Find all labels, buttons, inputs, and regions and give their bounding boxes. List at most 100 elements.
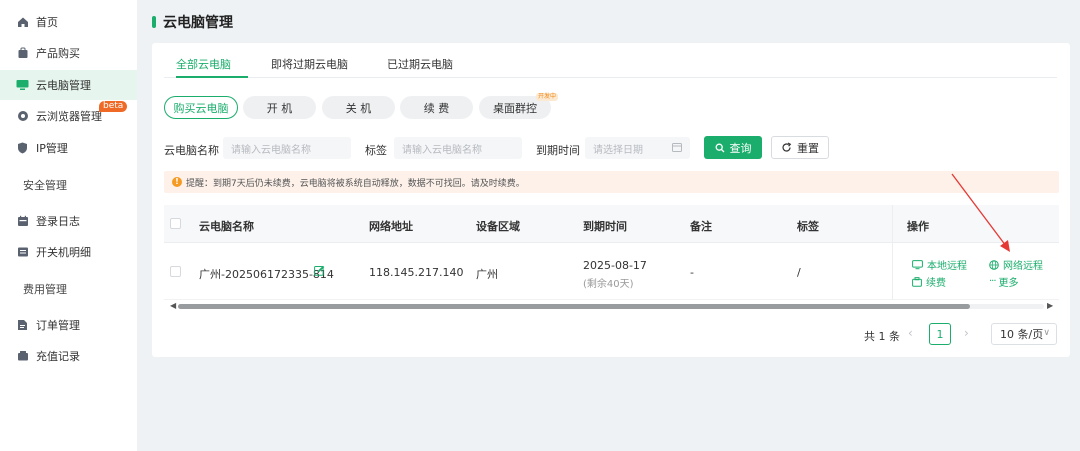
sidebar-item-label: 费用管理 xyxy=(23,283,67,296)
main-card: 全部云电脑 即将过期云电脑 已过期云电脑 购买云电脑 开 机 关 机 续 费 桌… xyxy=(152,43,1070,357)
home-icon xyxy=(16,16,29,29)
horizontal-scrollbar[interactable]: ◀ ▶ xyxy=(164,301,1059,311)
page-number-button[interactable]: 1 xyxy=(929,323,951,345)
sidebar-item-label: 产品购买 xyxy=(36,47,80,60)
expiry-notice: ! 提醒：到期7天后仍未续费，云电脑将被系统自动释放，数据不可找回。请及时续费。 xyxy=(164,171,1059,193)
table-header: 云电脑名称 网络地址 设备区域 到期时间 备注 标签 操作 xyxy=(164,205,1059,243)
sidebar-item-recharge[interactable]: 充值记录 xyxy=(0,341,137,371)
query-label: 查询 xyxy=(729,141,752,155)
sidebar-item-label: 云浏览器管理 xyxy=(36,110,102,123)
th-actions: 操作 xyxy=(907,220,929,233)
tab-bar: 全部云电脑 即将过期云电脑 已过期云电脑 xyxy=(164,43,1057,78)
query-button[interactable]: 查询 xyxy=(704,136,762,159)
monitor-icon xyxy=(912,259,925,270)
sidebar-item-ip[interactable]: IP管理 xyxy=(0,133,137,163)
sidebar-item-label: 首页 xyxy=(36,16,58,29)
reset-label: 重置 xyxy=(797,141,819,155)
power-off-button[interactable]: 关 机 xyxy=(322,96,395,119)
sidebar-group-billing[interactable]: 费用管理 xyxy=(0,274,137,304)
prev-page-icon[interactable]: ‹ xyxy=(908,326,913,340)
more-icon: ··· xyxy=(989,276,996,287)
beta-badge: beta xyxy=(99,101,128,112)
calendar-icon xyxy=(16,215,29,228)
sidebar-item-label: 开关机明细 xyxy=(36,246,91,259)
renew-button[interactable]: 续 费 xyxy=(400,96,473,119)
calendar-icon xyxy=(672,142,682,155)
sidebar-item-label: 订单管理 xyxy=(36,319,80,332)
list-icon xyxy=(16,246,29,259)
sidebar-item-power-log[interactable]: 开关机明细 xyxy=(0,237,137,267)
sidebar-item-cloud-browser[interactable]: 云浏览器管理 beta xyxy=(0,101,137,131)
cell-note: - xyxy=(690,266,694,279)
row-checkbox[interactable] xyxy=(170,266,181,277)
cell-ip: 118.145.217.140 xyxy=(369,266,464,279)
th-region: 设备区域 xyxy=(476,220,520,233)
power-on-button[interactable]: 开 机 xyxy=(243,96,316,119)
cloud-pc-name-input[interactable]: 请输入云电脑名称 xyxy=(223,137,351,159)
page-header: 云电脑管理 xyxy=(152,13,233,31)
scroll-left-icon[interactable]: ◀ xyxy=(170,301,176,310)
sidebar-item-orders[interactable]: 订单管理 xyxy=(0,310,137,340)
more-link[interactable]: ··· 更多 xyxy=(989,274,1019,289)
buy-cloud-pc-button[interactable]: 购买云电脑 xyxy=(164,96,238,119)
next-page-icon[interactable]: › xyxy=(964,326,969,340)
title-marker xyxy=(152,16,156,28)
sidebar: 首页 产品购买 云电脑管理 云浏览器管理 beta IP管理 安全管理 登录日志… xyxy=(0,0,137,451)
select-all-checkbox[interactable] xyxy=(170,218,181,229)
active-tab-indicator xyxy=(176,76,248,78)
filter-tag-label: 标签 xyxy=(365,144,387,157)
pagination-total: 共 1 条 xyxy=(864,330,900,343)
th-tag: 标签 xyxy=(797,220,819,233)
document-icon xyxy=(16,319,29,332)
sidebar-item-label: 云电脑管理 xyxy=(36,79,91,92)
sidebar-item-cloud-pc[interactable]: 云电脑管理 xyxy=(0,70,137,100)
tag-input[interactable]: 请输入云电脑名称 xyxy=(394,137,522,159)
th-name: 云电脑名称 xyxy=(199,220,254,233)
wallet-icon xyxy=(16,350,29,363)
sidebar-item-login-log[interactable]: 登录日志 xyxy=(0,206,137,236)
sidebar-item-purchase[interactable]: 产品购买 xyxy=(0,38,137,68)
tab-expired[interactable]: 已过期云电脑 xyxy=(387,56,453,72)
th-ip: 网络地址 xyxy=(369,220,413,233)
renew-link[interactable]: 续费 xyxy=(912,274,946,289)
sidebar-item-label: 安全管理 xyxy=(23,179,67,192)
filter-expire-label: 到期时间 xyxy=(536,144,580,157)
sidebar-item-label: IP管理 xyxy=(36,142,68,155)
sidebar-group-security[interactable]: 安全管理 xyxy=(0,170,137,200)
refresh-icon xyxy=(781,142,792,153)
notice-text: 提醒：到期7天后仍未续费，云电脑将被系统自动释放，数据不可找回。请及时续费。 xyxy=(186,178,525,189)
browser-icon xyxy=(16,110,29,123)
monitor-icon xyxy=(16,79,29,92)
expire-date-picker[interactable]: 请选择日期 xyxy=(585,137,690,159)
page-size-value: 10 条/页 xyxy=(1000,328,1044,341)
name-placeholder: 请输入云电脑名称 xyxy=(231,144,311,156)
sidebar-item-label: 登录日志 xyxy=(36,215,80,228)
cell-remaining-days: (剩余40天) xyxy=(583,279,634,290)
actions-column-divider xyxy=(892,205,893,300)
tab-expiring[interactable]: 即将过期云电脑 xyxy=(271,56,348,72)
th-expire: 到期时间 xyxy=(583,220,627,233)
th-note: 备注 xyxy=(690,220,712,233)
cell-region: 广州 xyxy=(476,268,498,281)
filter-name-label: 云电脑名称 xyxy=(164,144,219,157)
bag-icon xyxy=(16,47,29,60)
renew-icon xyxy=(912,276,924,287)
in-development-badge: 开发中 xyxy=(536,93,559,101)
reset-button[interactable]: 重置 xyxy=(771,136,829,159)
date-placeholder: 请选择日期 xyxy=(593,144,643,156)
warning-icon: ! xyxy=(172,177,182,187)
more-label: 更多 xyxy=(998,278,1019,289)
edit-icon[interactable] xyxy=(314,265,325,276)
search-icon xyxy=(715,143,725,153)
renew-label: 续费 xyxy=(926,278,946,289)
page-size-select[interactable]: 10 条/页 ∨ xyxy=(991,323,1057,345)
scroll-right-icon[interactable]: ▶ xyxy=(1047,301,1053,310)
cell-expire-date: 2025-08-17 xyxy=(583,259,647,272)
cell-tag: / xyxy=(797,266,801,279)
tab-all[interactable]: 全部云电脑 xyxy=(176,56,231,72)
sidebar-item-home[interactable]: 首页 xyxy=(0,7,137,37)
scroll-thumb[interactable] xyxy=(178,304,970,309)
tag-placeholder: 请输入云电脑名称 xyxy=(402,144,482,156)
annotation-arrow xyxy=(951,173,1010,252)
table-row: 广州-202506172335-814 118.145.217.140 广州 2… xyxy=(164,243,1059,300)
